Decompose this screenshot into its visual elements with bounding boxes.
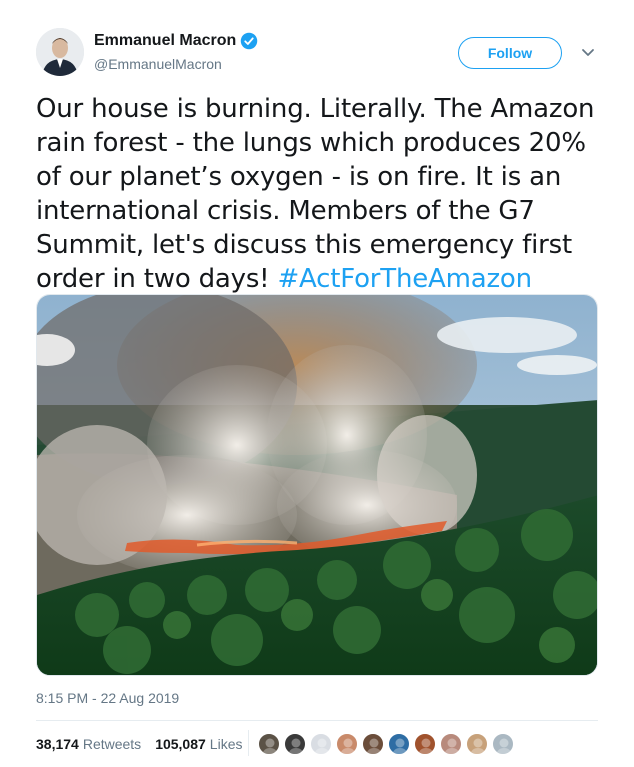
- liker-avatar[interactable]: [466, 733, 488, 755]
- author-name[interactable]: Emmanuel Macron: [94, 32, 236, 50]
- liker-avatar[interactable]: [310, 733, 332, 755]
- liker-avatar[interactable]: [414, 733, 436, 755]
- liker-avatar[interactable]: [258, 733, 280, 755]
- likes-label: Likes: [209, 736, 243, 752]
- liker-avatars: [258, 733, 518, 755]
- tweet-card: Emmanuel Macron @EmmanuelMacron Follow O…: [0, 0, 634, 767]
- stats-separator: [248, 730, 249, 756]
- liker-avatar[interactable]: [336, 733, 358, 755]
- tweet-photo[interactable]: [36, 294, 598, 676]
- author-handle[interactable]: @EmmanuelMacron: [94, 56, 222, 72]
- liker-avatar[interactable]: [362, 733, 384, 755]
- avatar[interactable]: [36, 28, 84, 76]
- tweet-text: Our house is burning. Literally. The Ama…: [36, 92, 606, 296]
- likes-stat[interactable]: 105,087 Likes: [155, 736, 242, 752]
- retweets-label: Retweets: [82, 736, 142, 752]
- author-name-row: Emmanuel Macron: [94, 32, 258, 50]
- liker-avatar[interactable]: [440, 733, 462, 755]
- engagement-stats: 38,174 Retweets 105,087 Likes: [36, 736, 256, 752]
- chevron-down-icon[interactable]: [580, 44, 596, 60]
- hashtag-link[interactable]: #ActForTheAmazon: [277, 264, 532, 294]
- retweets-count: 38,174: [36, 736, 79, 752]
- liker-avatar[interactable]: [492, 733, 514, 755]
- verified-badge-icon: [241, 32, 258, 50]
- retweets-stat[interactable]: 38,174 Retweets: [36, 736, 141, 752]
- divider: [36, 720, 598, 721]
- liker-avatar[interactable]: [388, 733, 410, 755]
- likes-count: 105,087: [155, 736, 206, 752]
- tweet-timestamp[interactable]: 8:15 PM - 22 Aug 2019: [36, 690, 179, 706]
- amazon-fire-photo: [37, 295, 597, 675]
- liker-avatar[interactable]: [284, 733, 306, 755]
- follow-button[interactable]: Follow: [458, 37, 562, 69]
